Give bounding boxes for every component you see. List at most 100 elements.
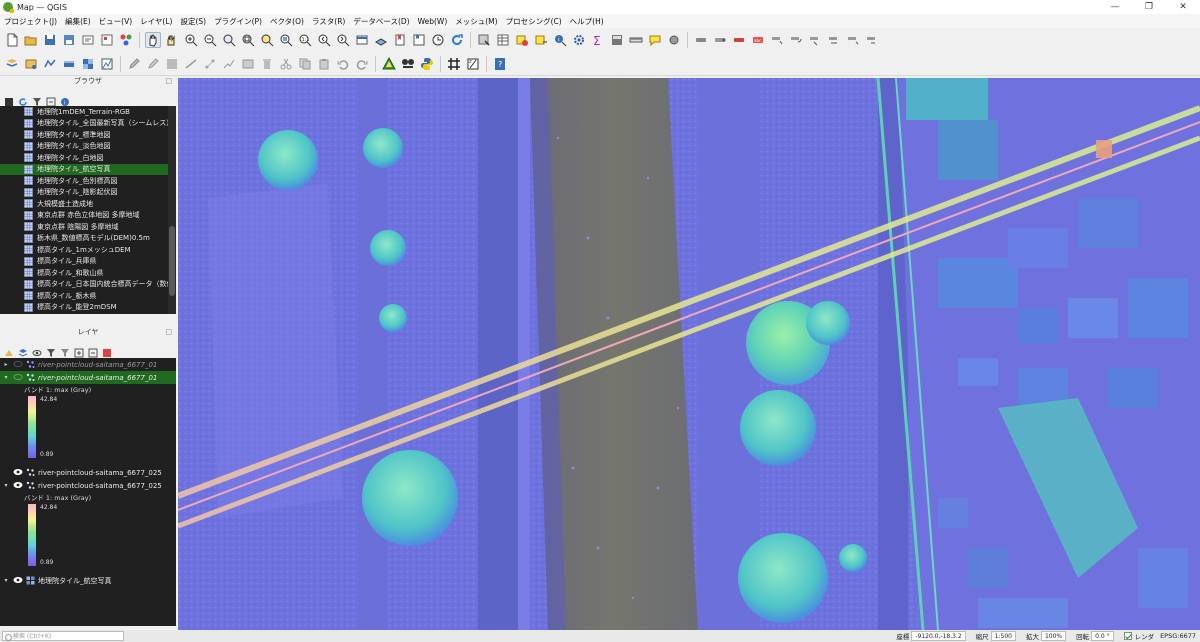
menu-processing[interactable]: プロセシング(C) xyxy=(502,16,566,27)
select-features-icon[interactable] xyxy=(514,32,530,48)
identify-icon[interactable]: i xyxy=(552,32,568,48)
properties-icon[interactable]: i xyxy=(60,92,70,107)
digitize-point-icon[interactable] xyxy=(202,56,218,72)
maximize-button[interactable]: ❐ xyxy=(1132,0,1166,14)
text-annotation-icon[interactable] xyxy=(666,32,682,48)
move-label-icon[interactable] xyxy=(769,32,785,48)
undo-icon[interactable] xyxy=(335,56,351,72)
settings-gear-icon[interactable] xyxy=(571,32,587,48)
map-tips-icon[interactable] xyxy=(647,32,663,48)
temporal-controller-icon[interactable] xyxy=(430,32,446,48)
pencil-edit-icon[interactable] xyxy=(145,56,161,72)
model-designer-icon[interactable] xyxy=(400,56,416,72)
menu-settings[interactable]: 設定(S) xyxy=(176,16,210,27)
expand-arrow-icon[interactable]: ▾ xyxy=(2,577,10,584)
label-options-icon[interactable] xyxy=(845,32,861,48)
layer-row[interactable]: ▸ river-pointcloud-saitama_6677_01 xyxy=(0,358,176,371)
measure-line-icon[interactable] xyxy=(628,32,644,48)
browser-item[interactable]: 栃木県_数値標高モデル(DEM)0.5m xyxy=(0,233,168,245)
menu-vector[interactable]: ベクタ(O) xyxy=(266,16,308,27)
browser-item[interactable]: 東京点群 赤色立体地図 多摩地域 xyxy=(0,210,168,222)
zoom-next-icon[interactable] xyxy=(335,32,351,48)
style-manager-icon[interactable] xyxy=(118,32,134,48)
layer-visibility-toggle[interactable] xyxy=(13,576,23,586)
close-button[interactable]: ✕ xyxy=(1166,0,1200,14)
layer-visibility-toggle[interactable] xyxy=(13,481,23,491)
zoom-scale-icon[interactable]: z xyxy=(465,56,481,72)
filter-legend-icon[interactable] xyxy=(46,343,56,357)
add-selected-layers-icon[interactable] xyxy=(4,92,14,106)
browser-item[interactable]: 地理院タイル_航空写真 xyxy=(0,163,168,175)
zoom-native-icon[interactable]: 1:1 xyxy=(297,32,313,48)
browser-item[interactable]: 標高タイル_栃木県 xyxy=(0,290,168,302)
minimize-button[interactable]: — xyxy=(1098,0,1132,14)
menu-edit[interactable]: 編集(E) xyxy=(61,16,95,27)
new-3d-view-icon[interactable] xyxy=(373,32,389,48)
expand-arrow-icon[interactable]: ▾ xyxy=(2,374,10,381)
open-layer-styling-icon[interactable] xyxy=(4,343,14,356)
open-attribute-table-icon[interactable] xyxy=(495,32,511,48)
browser-item[interactable]: 地理院1mDEM_Terrain-RGB xyxy=(0,106,168,118)
layout-manager-icon[interactable] xyxy=(99,32,115,48)
identify-features-icon[interactable] xyxy=(476,32,492,48)
pan-hand-icon[interactable] xyxy=(145,32,161,48)
processing-toolbox-icon[interactable] xyxy=(381,56,397,72)
browser-item[interactable]: 地理院タイル_陰影起伏図 xyxy=(0,187,168,199)
paste-features-icon[interactable] xyxy=(316,56,332,72)
spatial-bookmark-icon[interactable] xyxy=(392,32,408,48)
coordinate-field[interactable]: -9120.0,-18.3.2 xyxy=(911,631,966,641)
scale-field[interactable]: 1:500 xyxy=(990,631,1016,641)
pin-labels-icon[interactable] xyxy=(712,32,728,48)
layer-visibility-toggle[interactable] xyxy=(13,373,23,383)
browser-item[interactable]: 東京点群 陰陽図 多摩地域 xyxy=(0,221,168,233)
layer-visibility-toggle[interactable] xyxy=(13,360,23,370)
layer-row-selected[interactable]: ▾ river-pointcloud-saitama_6677_01 xyxy=(0,371,176,384)
browser-item[interactable]: 大規模盛土造成地 xyxy=(0,198,168,210)
filter-by-expression-icon[interactable] xyxy=(60,343,70,357)
rotate-label-icon[interactable] xyxy=(788,32,804,48)
menu-layer[interactable]: レイヤ(L) xyxy=(136,16,176,27)
statistical-summary-icon[interactable]: Σ xyxy=(590,32,606,48)
diagram-options-icon[interactable] xyxy=(864,32,880,48)
data-source-manager-icon[interactable] xyxy=(4,56,20,72)
layer-visibility-toggle[interactable] xyxy=(13,468,23,478)
browser-item[interactable]: 地理院タイル_全国最新写真（シームレス） xyxy=(0,118,168,130)
menu-view[interactable]: ビュー(V) xyxy=(95,16,136,27)
multi-edit-icon[interactable] xyxy=(240,56,256,72)
zoom-full-icon[interactable] xyxy=(240,32,256,48)
add-wms-layer-icon[interactable] xyxy=(99,56,115,72)
crs-button[interactable]: EPSG:6677 xyxy=(1160,632,1196,640)
browser-item[interactable]: 標高タイル_1mメッシュDEM xyxy=(0,244,168,256)
zoom-rubberband-icon[interactable] xyxy=(221,32,237,48)
vertex-tool-icon[interactable] xyxy=(221,56,237,72)
browser-item[interactable]: 地理院タイル_白地図 xyxy=(0,152,168,164)
change-label-icon[interactable] xyxy=(807,32,823,48)
grid-icon[interactable] xyxy=(446,56,462,72)
refresh-browser-icon[interactable] xyxy=(18,92,28,106)
add-mesh-layer-icon[interactable] xyxy=(61,56,77,72)
label-tool-icon[interactable] xyxy=(693,32,709,48)
digitize-line-icon[interactable] xyxy=(183,56,199,72)
zoom-out-icon[interactable] xyxy=(202,32,218,48)
field-calculator-icon[interactable] xyxy=(609,32,625,48)
panel-close-icon[interactable]: □ xyxy=(165,76,172,87)
menu-database[interactable]: データベース(D) xyxy=(349,16,413,27)
browser-item[interactable]: 地理院タイル_色別標高図 xyxy=(0,175,168,187)
redo-icon[interactable] xyxy=(354,56,370,72)
open-project-icon[interactable] xyxy=(23,32,39,48)
new-geopackage-icon[interactable] xyxy=(23,56,39,72)
save-as-icon[interactable] xyxy=(61,32,77,48)
menu-help[interactable]: ヘルプ(H) xyxy=(566,16,608,27)
collapse-layers-icon[interactable] xyxy=(88,343,98,358)
new-map-view-icon[interactable] xyxy=(354,32,370,48)
map-render[interactable] xyxy=(178,78,1200,630)
remove-layer-icon[interactable] xyxy=(102,343,112,357)
render-checkbox[interactable] xyxy=(1123,632,1132,640)
collapse-all-icon[interactable] xyxy=(46,92,56,107)
browser-scrollbar-thumb[interactable] xyxy=(169,226,175,296)
zoom-to-layer-icon[interactable] xyxy=(278,32,294,48)
help-icon[interactable]: ? xyxy=(492,56,508,72)
python-console-icon[interactable] xyxy=(419,56,435,72)
refresh-icon[interactable] xyxy=(449,32,465,48)
filter-browser-icon[interactable] xyxy=(32,92,42,106)
